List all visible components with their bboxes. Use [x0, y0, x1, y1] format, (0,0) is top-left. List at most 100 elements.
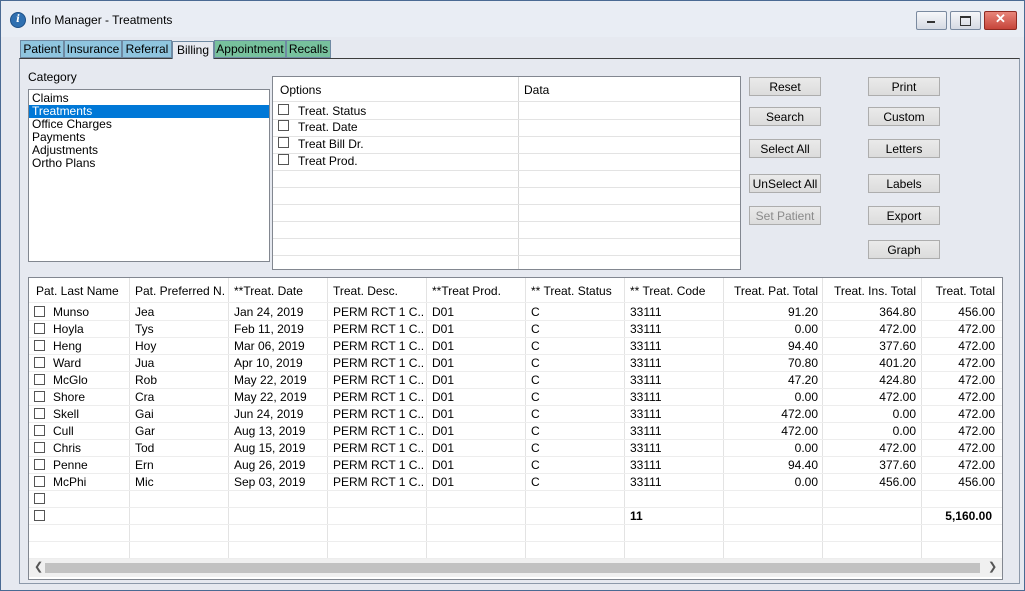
category-label: Category	[28, 70, 77, 84]
options-header: Options	[280, 83, 322, 97]
row-checkbox[interactable]	[34, 425, 45, 436]
tab-appointment[interactable]: Appointment	[214, 40, 286, 58]
cell-preferred-name: Hoy	[135, 339, 157, 353]
column-header-treat-date[interactable]: **Treat. Date	[234, 284, 324, 298]
column-header-treat-desc[interactable]: Treat. Desc.	[333, 284, 423, 298]
select-all-button[interactable]: Select All	[749, 139, 821, 158]
option-label: Treat. Status	[298, 104, 367, 118]
cell-ins-total: 364.80	[879, 305, 916, 319]
options-grid: Options Data Treat. Status Treat. Date T…	[272, 76, 741, 270]
cell-ins-total: 472.00	[879, 441, 916, 455]
cell-treat-prod: D01	[432, 322, 455, 336]
cell-treat-code: 33111	[630, 356, 662, 370]
row-checkbox[interactable]	[34, 408, 45, 419]
row-checkbox[interactable]	[34, 357, 45, 368]
maximize-button[interactable]	[950, 11, 981, 30]
letters-button[interactable]: Letters	[868, 139, 940, 158]
cell-pat-total: 70.80	[787, 356, 818, 370]
close-button[interactable]: ✕	[984, 11, 1017, 30]
option-checkbox[interactable]	[278, 104, 289, 115]
cell-ins-total: 377.60	[879, 339, 916, 353]
cell-treat-prod: D01	[432, 441, 455, 455]
row-checkbox[interactable]	[34, 306, 45, 317]
cell-ins-total: 424.80	[879, 373, 916, 387]
row-checkbox[interactable]	[34, 374, 45, 385]
export-button[interactable]: Export	[868, 206, 940, 225]
cell-preferred-name: Tod	[135, 441, 155, 455]
option-checkbox[interactable]	[278, 154, 289, 165]
row-divider	[29, 371, 1002, 372]
tab-patient[interactable]: Patient	[20, 40, 64, 58]
cell-last-name: Skell	[53, 407, 80, 421]
column-header-treat-prod[interactable]: **Treat Prod.	[432, 284, 522, 298]
tab-recalls[interactable]: Recalls	[286, 40, 331, 58]
option-row-empty	[273, 187, 740, 205]
tab-referral[interactable]: Referral	[122, 40, 172, 58]
cell-treat-desc: PERM RCT 1 C...	[333, 458, 423, 472]
option-checkbox[interactable]	[278, 120, 289, 131]
print-button[interactable]: Print	[868, 77, 940, 96]
category-list[interactable]: Claims Treatments Office Charges Payment…	[28, 89, 270, 262]
scroll-left-icon[interactable]: ❮	[34, 560, 43, 573]
horizontal-scrollbar[interactable]: ❮ ❯	[29, 559, 1002, 577]
cell-treat-status: C	[531, 441, 540, 455]
tab-insurance[interactable]: Insurance	[64, 40, 122, 58]
row-checkbox[interactable]	[34, 340, 45, 351]
cell-treat-date: Mar 06, 2019	[234, 339, 305, 353]
cell-treat-total: 472.00	[958, 322, 995, 336]
cell-treat-total: 472.00	[958, 339, 995, 353]
column-header-ins-total[interactable]: Treat. Ins. Total	[822, 284, 916, 298]
cell-treat-desc: PERM RCT 1 C...	[333, 373, 423, 387]
row-checkbox[interactable]	[34, 459, 45, 470]
labels-button[interactable]: Labels	[868, 174, 940, 193]
minimize-button[interactable]	[916, 11, 947, 30]
row-checkbox[interactable]	[34, 476, 45, 487]
column-header-preferred-name[interactable]: Pat. Preferred N...	[135, 284, 225, 298]
reset-button[interactable]: Reset	[749, 77, 821, 96]
unselect-all-button[interactable]: UnSelect All	[749, 174, 821, 193]
column-header-treat-status[interactable]: ** Treat. Status	[531, 284, 621, 298]
cell-treat-prod: D01	[432, 339, 455, 353]
cell-treat-date: May 22, 2019	[234, 373, 307, 387]
column-header-pat-total[interactable]: Treat. Pat. Total	[723, 284, 818, 298]
row-checkbox[interactable]	[34, 391, 45, 402]
column-header-treat-code[interactable]: ** Treat. Code	[630, 284, 720, 298]
cell-last-name: Penne	[53, 458, 88, 472]
data-header: Data	[524, 83, 550, 97]
row-divider	[29, 422, 1002, 423]
option-row-treat-prod: Treat Prod.	[273, 153, 740, 171]
row-checkbox[interactable]	[34, 510, 45, 521]
cell-treat-desc: PERM RCT 1 C...	[333, 441, 423, 455]
cell-pat-total: 0.00	[794, 475, 818, 489]
cell-treat-total: 472.00	[958, 441, 995, 455]
cell-treat-status: C	[531, 322, 540, 336]
cell-treat-code: 33111	[630, 441, 662, 455]
set-patient-button[interactable]: Set Patient	[749, 206, 821, 225]
search-button[interactable]: Search	[749, 107, 821, 126]
cell-treat-date: Apr 10, 2019	[234, 356, 303, 370]
column-header-last-name[interactable]: Pat. Last Name	[36, 284, 126, 298]
cell-treat-desc: PERM RCT 1 C...	[333, 475, 423, 489]
option-checkbox[interactable]	[278, 137, 289, 148]
category-item-ortho-plans[interactable]: Ortho Plans	[29, 157, 269, 170]
cell-treat-code: 33111	[630, 407, 662, 421]
cell-treat-status: C	[531, 407, 540, 421]
row-divider	[29, 320, 1002, 321]
option-row-treat-bill-dr: Treat Bill Dr.	[273, 136, 740, 154]
cell-pat-total: 94.40	[787, 339, 818, 353]
custom-button[interactable]: Custom	[868, 107, 940, 126]
cell-treat-total: 472.00	[958, 424, 995, 438]
row-checkbox[interactable]	[34, 442, 45, 453]
graph-button[interactable]: Graph	[868, 240, 940, 259]
tab-billing[interactable]: Billing	[172, 41, 214, 59]
cell-treat-code: 33111	[630, 339, 662, 353]
cell-preferred-name: Mic	[135, 475, 154, 489]
scrollbar-thumb[interactable]	[45, 563, 980, 573]
row-checkbox[interactable]	[34, 323, 45, 334]
cell-treat-date: Feb 11, 2019	[234, 322, 304, 336]
column-header-treat-total[interactable]: Treat. Total	[921, 284, 995, 298]
scroll-right-icon[interactable]: ❯	[988, 560, 997, 573]
row-checkbox[interactable]	[34, 493, 45, 504]
cell-treat-code: 33111	[630, 390, 662, 404]
cell-treat-prod: D01	[432, 458, 455, 472]
